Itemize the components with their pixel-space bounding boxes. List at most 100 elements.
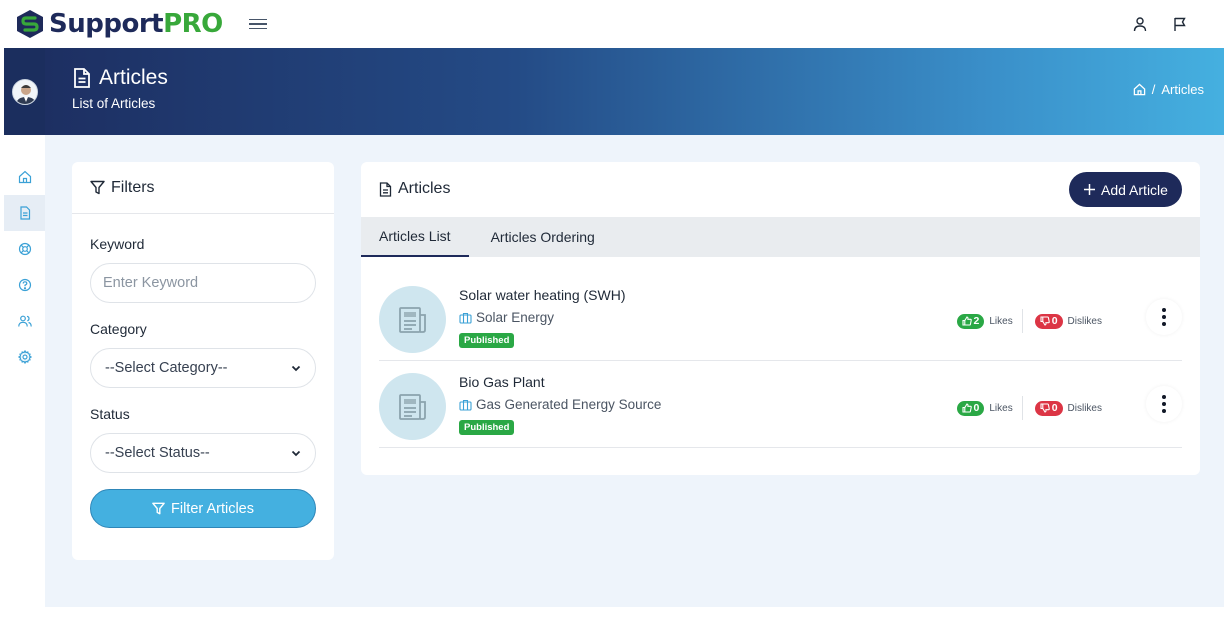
home-icon[interactable] [1133,83,1146,96]
sidebar-item-help[interactable] [4,267,45,303]
tab-articles-list[interactable]: Articles List [361,217,469,257]
document-icon [19,206,30,220]
add-article-label: Add Article [1101,181,1168,198]
dislikes-label: Dislikes [1067,315,1102,327]
likes-label: Likes [989,315,1013,327]
page-header-banner: Articles List of Articles / Articles [45,48,1224,135]
status-select-value: --Select Status-- [105,445,210,461]
top-right-actions [1132,16,1188,32]
filter-icon [152,502,165,515]
likes-label: Likes [989,402,1013,414]
article-menu-button[interactable] [1146,386,1182,422]
logo[interactable]: SupportPRO [14,8,223,40]
hamburger-icon [248,18,267,21]
category-label: Category [90,321,147,337]
sidebar-item-settings[interactable] [4,339,45,375]
thumbs-up-icon [961,403,972,413]
kebab-icon [1162,395,1166,399]
kebab-dot [1162,409,1166,413]
top-bar: SupportPRO [4,0,1224,48]
sidebar-avatar-zone [4,48,45,135]
sidebar [4,48,45,607]
likes-pill[interactable]: 2 [956,313,985,329]
articles-tabs: Articles List Articles Ordering [361,217,1200,257]
users-icon [17,315,32,327]
sidebar-nav [4,159,45,375]
article-category: Solar Energy [459,310,554,325]
page-title: Articles [73,66,168,90]
home-icon [18,170,31,184]
likes-count: 2 [973,315,980,327]
article-category-text: Gas Generated Energy Source [476,397,662,412]
keyword-input[interactable] [90,263,316,303]
app-frame: SupportPRO Articles List of Articles / A… [4,0,1224,607]
article-title[interactable]: Solar water heating (SWH) [459,287,626,303]
likes-pill[interactable]: 0 [956,400,985,416]
article-category-text: Solar Energy [476,310,555,325]
dislikes-pill[interactable]: 0 [1034,400,1063,416]
filter-articles-label: Filter Articles [171,500,254,517]
article-thumbnail [379,286,446,353]
article-row[interactable]: Solar water heating (SWH) Solar Energy P… [379,274,1182,361]
category-select[interactable]: --Select Category-- [90,348,316,388]
keyword-label: Keyword [90,236,145,252]
user-icon[interactable] [1132,16,1148,32]
plus-icon [1084,184,1096,195]
hamburger-line [248,23,267,25]
flag-icon[interactable] [1172,16,1188,32]
filter-articles-button[interactable]: Filter Articles [90,489,316,528]
article-row[interactable]: Bio Gas Plant Gas Generated Energy Sourc… [379,361,1182,448]
document-icon [74,68,90,88]
page-subtitle: List of Articles [72,96,156,111]
thumbs-up-icon [961,316,972,326]
filters-title: Filters [111,178,155,196]
tab-articles-ordering[interactable]: Articles Ordering [469,217,613,257]
help-icon [18,278,31,292]
newspaper-icon [398,306,426,333]
support-icon [18,242,31,256]
article-thumbnail [379,373,446,440]
logo-text: SupportPRO [49,9,223,39]
article-menu-button[interactable] [1146,299,1182,335]
sidebar-item-home[interactable] [4,159,45,195]
kebab-icon [1162,308,1166,312]
breadcrumb-current: Articles [1161,82,1204,97]
status-select[interactable]: --Select Status-- [90,433,316,473]
filters-header: Filters [72,162,334,214]
newspaper-icon [398,393,426,420]
vote-divider [1021,396,1023,420]
menu-toggle-button[interactable] [245,15,271,34]
thumbs-down-icon [1040,403,1050,413]
status-badge: Published [459,333,515,348]
dislikes-label: Dislikes [1067,402,1102,414]
filter-icon [90,180,105,195]
thumbs-down-icon [1040,316,1050,326]
dislikes-pill[interactable]: 0 [1034,313,1063,329]
vote-divider [1021,309,1023,333]
dislikes-count: 0 [1051,315,1058,327]
breadcrumb-separator: / [1151,82,1156,97]
briefcase-icon [459,399,472,411]
category-select-value: --Select Category-- [105,360,228,376]
page-title-text: Articles [99,66,168,89]
chevron-down-icon [291,365,301,372]
add-article-button[interactable]: Add Article [1069,172,1182,207]
filters-panel: Filters Keyword Category --Select Catego… [72,162,334,560]
breadcrumb: / Articles [1133,82,1204,97]
logo-icon [17,10,43,38]
status-badge: Published [459,420,515,435]
logo-text-pro: PRO [163,9,223,39]
article-title[interactable]: Bio Gas Plant [459,374,545,390]
chevron-down-icon [291,450,301,457]
sidebar-item-articles[interactable] [4,195,45,231]
likes-count: 0 [973,402,980,414]
article-category: Gas Generated Energy Source [459,397,661,412]
articles-panel: Articles Add Article Articles List Artic… [361,162,1200,475]
logo-text-support: Support [49,9,164,39]
settings-icon [17,350,32,364]
avatar-image [12,79,37,104]
avatar[interactable] [11,78,38,105]
article-votes: 0 Likes 0 Dislikes [956,396,1102,420]
sidebar-item-support[interactable] [4,231,45,267]
sidebar-item-users[interactable] [4,303,45,339]
